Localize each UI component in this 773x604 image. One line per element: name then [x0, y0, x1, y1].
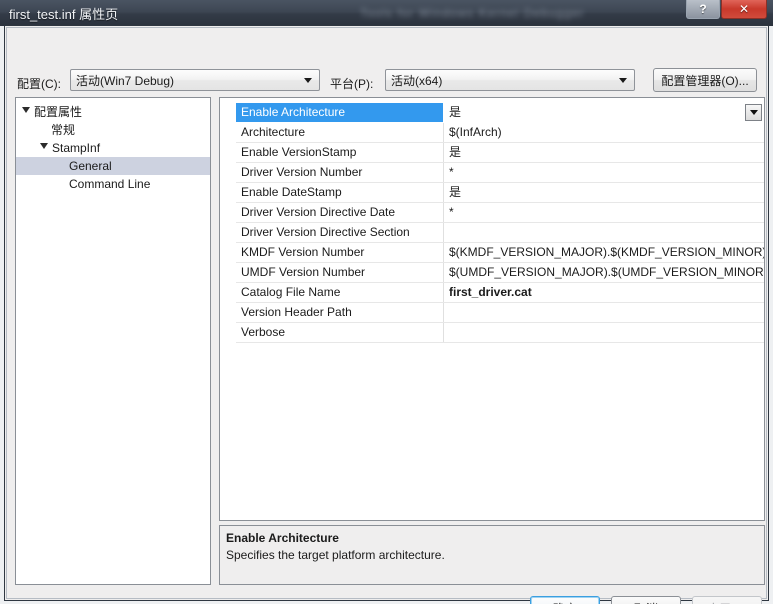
property-row[interactable]: Enable Architecture 是: [236, 103, 764, 123]
property-name: Architecture: [241, 125, 306, 139]
help-button[interactable]: ?: [686, 0, 720, 19]
property-value[interactable]: $(InfArch): [449, 123, 764, 142]
column-divider: [443, 143, 444, 162]
chevron-down-icon[interactable]: [40, 143, 48, 149]
background-window-text: Tools for Windows Kernel Debugger: [360, 6, 585, 20]
tree-node-general[interactable]: General: [16, 157, 210, 175]
tree-node-label: 配置属性: [34, 105, 83, 119]
ok-button[interactable]: 确定: [530, 596, 600, 604]
property-name: Enable VersionStamp: [241, 145, 357, 159]
property-grid[interactable]: Enable Architecture 是 Architecture $(InfArc…: [219, 97, 765, 521]
configuration-label: 配置(C):: [17, 77, 61, 91]
column-divider: [443, 103, 444, 122]
property-name: UMDF Version Number: [241, 265, 366, 279]
platform-combobox[interactable]: 活动(x64): [385, 69, 635, 91]
property-name: Verbose: [241, 325, 286, 339]
property-value[interactable]: 是: [449, 183, 764, 202]
property-row[interactable]: Driver Version Directive Date *: [236, 203, 764, 223]
dialog-frame: 配置(C): 活动(Win7 Debug) 平台(P): 活动(x64) 配置管…: [4, 25, 769, 604]
column-divider: [443, 163, 444, 182]
caption-buttons: ? ✕: [686, 0, 767, 19]
property-row[interactable]: Architecture $(InfArch): [236, 123, 764, 143]
chevron-down-icon: [304, 78, 312, 83]
property-row[interactable]: Verbose: [236, 323, 764, 343]
cancel-button[interactable]: 取消: [611, 596, 681, 604]
close-button[interactable]: ✕: [721, 0, 767, 19]
configuration-toolbar: 配置(C): 活动(Win7 Debug) 平台(P): 活动(x64) 配置管…: [7, 28, 766, 92]
property-value[interactable]: 是: [449, 143, 764, 162]
tree-node-command-line[interactable]: Command Line: [16, 175, 210, 193]
tree-node-stampinf[interactable]: StampInf: [16, 139, 210, 157]
tree-node-配置属性[interactable]: 配置属性: [16, 103, 210, 121]
tree-node-label: 常规: [51, 123, 76, 137]
title-bar: Tools for Windows Kernel Debugger first_…: [0, 0, 773, 26]
property-name: Catalog File Name: [241, 285, 341, 299]
platform-value: 活动(x64): [391, 73, 443, 88]
property-value[interactable]: first_driver.cat: [449, 283, 764, 302]
configuration-manager-button[interactable]: 配置管理器(O)...: [653, 68, 757, 92]
property-value[interactable]: $(KMDF_VERSION_MAJOR).$(KMDF_VERSION_MIN…: [449, 243, 764, 262]
tree-node-常规[interactable]: 常规: [16, 121, 210, 139]
property-value[interactable]: *: [449, 203, 764, 222]
description-title: Enable Architecture: [226, 531, 339, 545]
property-row[interactable]: KMDF Version Number $(KMDF_VERSION_MAJOR)…: [236, 243, 764, 263]
dialog-content: 配置(C): 活动(Win7 Debug) 平台(P): 活动(x64) 配置管…: [6, 27, 767, 604]
platform-label: 平台(P):: [330, 77, 374, 91]
column-divider: [443, 223, 444, 242]
column-divider: [443, 303, 444, 322]
column-divider: [443, 323, 444, 342]
description-text: Specifies the target platform architectu…: [226, 548, 445, 562]
property-row[interactable]: Driver Version Number *: [236, 163, 764, 183]
column-divider: [443, 243, 444, 262]
properties-dialog-window: Tools for Windows Kernel Debugger first_…: [0, 0, 773, 604]
property-row[interactable]: Driver Version Directive Section: [236, 223, 764, 243]
property-row[interactable]: Enable VersionStamp 是: [236, 143, 764, 163]
property-name: Driver Version Number: [241, 165, 363, 179]
column-divider: [443, 283, 444, 302]
property-row[interactable]: UMDF Version Number $(UMDF_VERSION_MAJOR)…: [236, 263, 764, 283]
property-grid-rows: Enable Architecture 是 Architecture $(InfArc…: [236, 103, 764, 343]
property-name: Driver Version Directive Date: [241, 205, 396, 219]
window-title: first_test.inf 属性页: [9, 7, 119, 22]
configuration-combobox[interactable]: 活动(Win7 Debug): [70, 69, 320, 91]
chevron-down-icon: [619, 78, 627, 83]
property-value[interactable]: $(UMDF_VERSION_MAJOR).$(UMDF_VERSION_MIN…: [449, 263, 764, 282]
property-name: Version Header Path: [241, 305, 352, 319]
property-name: Enable DateStamp: [241, 185, 342, 199]
column-divider: [443, 263, 444, 282]
property-tree[interactable]: 配置属性常规 StampInf General Command Line: [15, 97, 211, 585]
tree-node-label: Command Line: [69, 177, 151, 191]
column-divider: [443, 183, 444, 202]
property-name: Driver Version Directive Section: [241, 225, 410, 239]
property-value[interactable]: 是: [449, 103, 764, 122]
property-row[interactable]: Version Header Path: [236, 303, 764, 323]
tree-node-label: General: [69, 159, 112, 173]
chevron-down-icon[interactable]: [22, 107, 30, 113]
value-dropdown-button[interactable]: [745, 104, 762, 121]
property-row[interactable]: Enable DateStamp 是: [236, 183, 764, 203]
property-description-panel: Enable Architecture Specifies the target…: [219, 525, 765, 585]
column-divider: [443, 203, 444, 222]
tree-node-list: 配置属性常规 StampInf General Command Line: [16, 98, 210, 193]
property-name: Enable Architecture: [236, 103, 443, 122]
chevron-down-icon: [749, 110, 758, 115]
configuration-value: 活动(Win7 Debug): [76, 73, 175, 88]
apply-button[interactable]: 应用(A): [692, 596, 762, 604]
tree-node-label: StampInf: [52, 141, 101, 155]
property-row[interactable]: Catalog File Name first_driver.cat: [236, 283, 764, 303]
column-divider: [443, 123, 444, 142]
property-value[interactable]: *: [449, 163, 764, 182]
property-name: KMDF Version Number: [241, 245, 365, 259]
